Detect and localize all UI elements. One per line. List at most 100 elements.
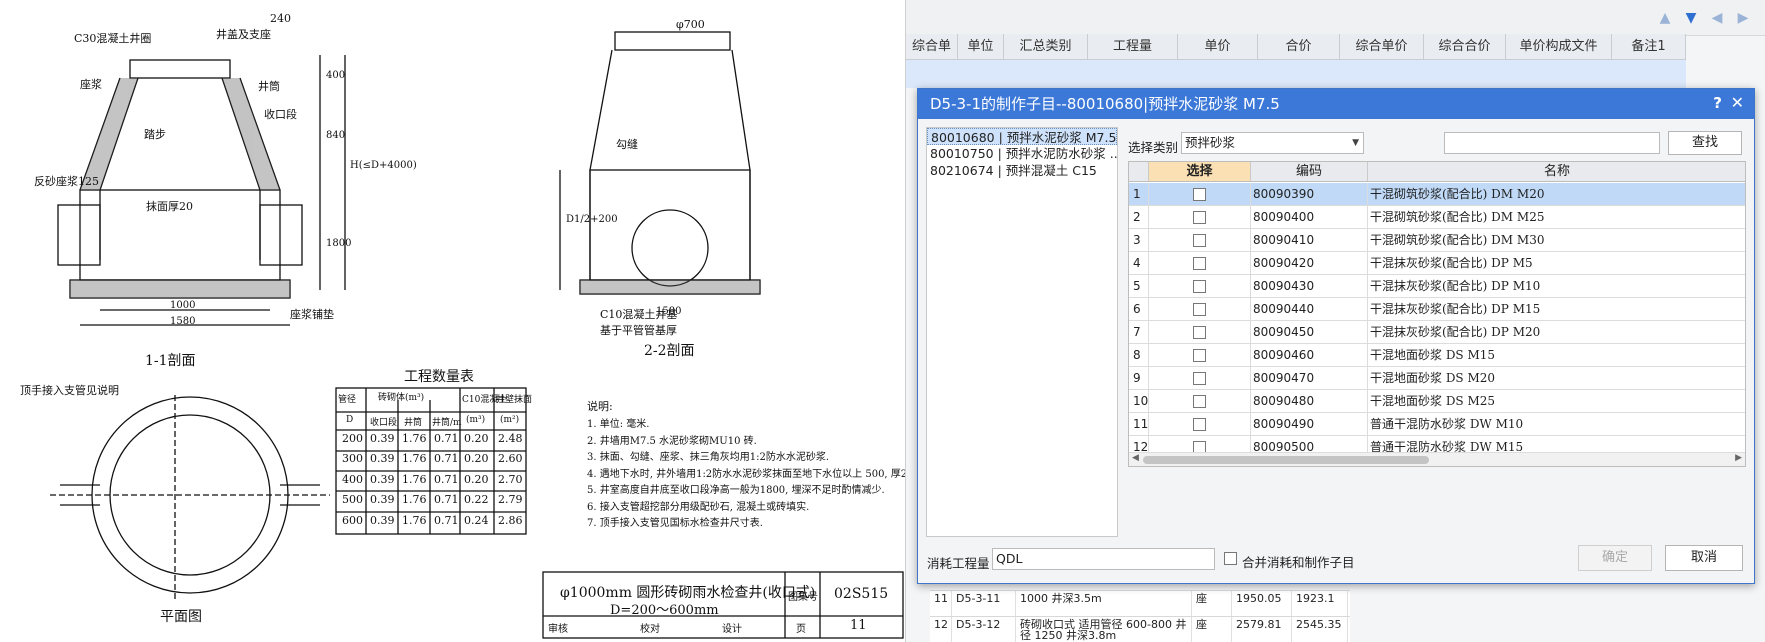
drawing-linework	[50, 31, 904, 639]
quantity-cell: 200	[342, 432, 363, 445]
quantity-cell: 0.71	[434, 432, 459, 445]
table-row[interactable]: 4 80090420 干混抹灰砂浆(配合比) DP M5	[1129, 252, 1745, 275]
quantity-cell: 0.20	[464, 452, 489, 466]
grid-header-code[interactable]: 编码	[1251, 162, 1368, 181]
table-row[interactable]: 10 80090480 干混地面砂浆 DS M25	[1129, 390, 1745, 413]
category-select[interactable]: 预拌砂浆 ▼	[1181, 132, 1364, 154]
row-checkbox[interactable]	[1193, 417, 1206, 431]
row-checkbox[interactable]	[1193, 256, 1206, 270]
row-checkbox[interactable]	[1193, 325, 1206, 339]
cancel-button[interactable]: 取消	[1665, 545, 1743, 571]
row-name: 干混抹灰砂浆(配合比) DP M20	[1368, 321, 1745, 343]
row-index: 3	[1129, 229, 1149, 251]
row-checkbox[interactable]	[1193, 394, 1206, 408]
row-checkbox[interactable]	[1193, 348, 1206, 362]
table-row[interactable]: 5 80090430 干混抹灰砂浆(配合比) DP M10	[1129, 275, 1745, 298]
drawing-label: 抹面厚20	[146, 200, 193, 213]
inlet-pipe-right	[259, 204, 303, 266]
material-list: 80010680 | 预拌水泥砂浆 M7.5 80010750 | 预拌水泥防水…	[926, 127, 1118, 537]
row-checkbox[interactable]	[1193, 371, 1206, 385]
plan-title: 平面图	[160, 609, 202, 625]
merge-checkbox[interactable]	[1224, 552, 1237, 565]
dialog-title: D5-3-1的制作子目--80010680|预拌水泥砂浆 M7.5	[918, 89, 1754, 119]
table-row[interactable]: 7 80090450 干混抹灰砂浆(配合比) DP M20	[1129, 321, 1745, 344]
table-row[interactable]: 2 80090400 干混砌筑砂浆(配合比) DM M25	[1129, 206, 1745, 229]
row-code: 80090490	[1251, 413, 1368, 435]
section-2-shaft	[589, 169, 751, 281]
column-header[interactable]: 备注1	[1612, 34, 1686, 59]
note-line: 1. 单位: 毫米.	[587, 419, 650, 430]
row-code: D5-3-11	[952, 591, 1016, 616]
row-checkbox[interactable]	[1193, 302, 1206, 316]
column-header[interactable]: 单价构成文件	[1506, 34, 1612, 59]
page-label: 页	[796, 624, 806, 635]
up-arrow-icon[interactable]: ▲	[1657, 10, 1673, 26]
down-arrow-icon[interactable]: ▼	[1683, 10, 1699, 26]
close-icon[interactable]: ✕	[1731, 93, 1744, 112]
scroll-right-icon[interactable]: ▶	[1735, 453, 1742, 463]
background-selected-row[interactable]	[906, 60, 1686, 88]
list-item[interactable]: 80210674 | 预拌混凝土 C15	[927, 162, 1117, 179]
table-row[interactable]: 11 D5-3-11 1000 井深3.5m 座 1950.05 1923.1	[930, 590, 1350, 616]
quantity-cell: 0.71	[434, 472, 459, 486]
grid-header-name[interactable]: 名称	[1368, 162, 1745, 181]
list-item[interactable]: 80010680 | 预拌水泥砂浆 M7.5	[927, 128, 1117, 145]
table-row[interactable]: 12 D5-3-12 砖砌收口式 适用管径 600-800 井径 1250 井深…	[930, 616, 1350, 642]
quantity-cell: 0.39	[370, 432, 395, 445]
row-select-cell	[1149, 344, 1251, 366]
table-row[interactable]: 8 80090460 干混地面砂浆 DS M15	[1129, 344, 1745, 367]
row-total: 1923.1	[1292, 591, 1348, 616]
row-checkbox[interactable]	[1193, 210, 1206, 224]
quantity-cell: 0.39	[370, 472, 395, 486]
row-checkbox[interactable]	[1193, 187, 1206, 201]
notes-title: 说明:	[587, 400, 613, 413]
scroll-left-icon[interactable]: ◀	[1132, 453, 1139, 463]
right-arrow-icon[interactable]: ▶	[1735, 10, 1751, 26]
column-header[interactable]: 工程量	[1088, 34, 1178, 59]
quantity-input[interactable]: QDL	[992, 548, 1215, 570]
grid-header-select[interactable]: 选择	[1149, 162, 1251, 181]
row-name: 干混地面砂浆 DS M20	[1368, 367, 1745, 389]
scrollbar-thumb[interactable]	[1143, 456, 1429, 464]
column-header[interactable]: 单位	[958, 34, 1004, 59]
row-checkbox[interactable]	[1193, 233, 1206, 247]
left-arrow-icon[interactable]: ◀	[1709, 10, 1725, 26]
table-row[interactable]: 6 80090440 干混抹灰砂浆(配合比) DP M15	[1129, 298, 1745, 321]
table-row[interactable]: 9 80090470 干混地面砂浆 DS M20	[1129, 367, 1745, 390]
search-input[interactable]	[1444, 132, 1660, 154]
row-name: 干混砌筑砂浆(配合比) DM M25	[1368, 206, 1745, 228]
row-name: 干混砌筑砂浆(配合比) DM M30	[1368, 229, 1745, 251]
row-code: 80090440	[1251, 298, 1368, 320]
horizontal-scrollbar[interactable]: ◀ ▶	[1129, 452, 1745, 466]
row-code: 80090400	[1251, 206, 1368, 228]
search-button[interactable]: 查找	[1668, 131, 1742, 155]
table-subheader: (m³)	[466, 415, 486, 425]
grid-header: 选择 编码 名称	[1129, 162, 1745, 182]
column-header[interactable]: 合价	[1258, 34, 1340, 59]
dimension-text: 1580	[656, 306, 682, 317]
row-checkbox[interactable]	[1193, 279, 1206, 293]
quantity-cell: 0.39	[370, 493, 395, 507]
drawing-label: 勾缝	[616, 138, 638, 151]
quantity-cell: 2.70	[498, 472, 523, 486]
table-row[interactable]: 11 80090490 普通干混防水砂浆 DW M10	[1129, 413, 1745, 436]
background-table-header: 综合单价 单位 汇总类别 工程量 单价 合价 综合单价 综合合价 单价构成文件 …	[906, 34, 1686, 79]
row-index: 6	[1129, 298, 1149, 320]
quantity-cell: 0.22	[464, 493, 489, 507]
ok-button[interactable]: 确定	[1578, 545, 1652, 571]
table-row[interactable]: 1 80090390 干混砌筑砂浆(配合比) DM M20	[1129, 183, 1745, 206]
column-header[interactable]: 单价	[1178, 34, 1258, 59]
drawing-label: 座浆铺垫	[290, 308, 334, 321]
sign-label: 校对	[640, 624, 660, 635]
column-header[interactable]: 综合单价	[1340, 34, 1424, 59]
chevron-down-icon[interactable]: ▼	[1352, 133, 1359, 153]
list-item[interactable]: 80010750 | 预拌水泥防水砂浆 ...	[927, 145, 1117, 162]
column-header[interactable]: 汇总类别	[1004, 34, 1088, 59]
column-header[interactable]: 综合合价	[1424, 34, 1506, 59]
inlet-pipe-left	[57, 204, 101, 266]
table-row[interactable]: 3 80090410 干混砌筑砂浆(配合比) DM M30	[1129, 229, 1745, 252]
row-description: 1000 井深3.5m	[1016, 591, 1192, 616]
help-icon[interactable]: ?	[1713, 94, 1722, 112]
row-total: 2545.35	[1292, 617, 1348, 642]
column-header[interactable]: 综合单价	[906, 34, 958, 79]
